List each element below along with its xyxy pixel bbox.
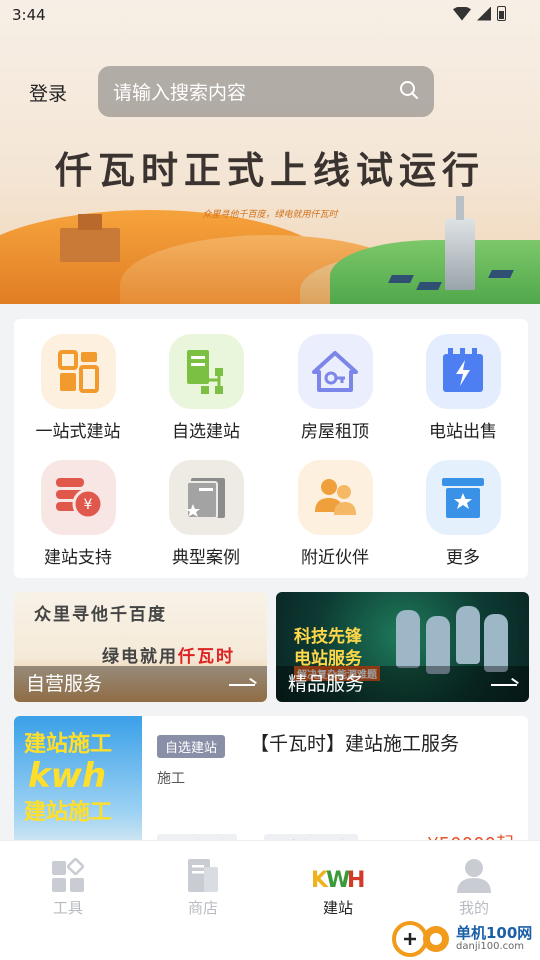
tab-build[interactable]: K W H 建站 [298, 857, 378, 918]
listing-card[interactable]: 建站施工 kwh 建站施工 自选建站 【千瓦时】建站施工服务 施工 IP：陕西省… [14, 716, 528, 856]
box-star-icon [425, 460, 501, 535]
tab-tools[interactable]: 工具 [28, 857, 108, 918]
search-placeholder: 请输入搜索内容 [113, 82, 247, 104]
grid-label: 电站出售 [429, 422, 497, 442]
thumb-text: kwh [28, 756, 107, 796]
banner-title: 仟瓦时正式上线试运行 [55, 148, 485, 192]
promo-art-text: 绿电就用仟瓦时 [102, 647, 235, 667]
great-wall-art [60, 214, 120, 262]
house-key-icon [297, 334, 373, 409]
grid-item-roof-rent[interactable]: 房屋租顶 [271, 334, 399, 442]
solar-panel-art [488, 270, 514, 278]
service-grid: 一站式建站 自选建站 房屋租顶 电站出售 ¥ 建站支持 典型案例 附近伙伴 更多 [14, 319, 528, 578]
grid-item-cases[interactable]: 典型案例 [142, 460, 270, 568]
listing-title: 【千瓦时】建站施工服务 [250, 733, 460, 755]
status-icons [453, 6, 506, 21]
org-chart-icon [168, 334, 244, 409]
svg-text:H: H [347, 868, 365, 893]
listing-tag: 自选建站 [157, 735, 226, 758]
thumb-text: 建站施工 [24, 800, 113, 825]
tab-label: 我的 [458, 899, 489, 917]
status-time: 3:44 [12, 6, 46, 24]
profile-icon [455, 857, 493, 893]
grid-item-support[interactable]: ¥ 建站支持 [14, 460, 142, 568]
tab-store[interactable]: 商店 [163, 857, 243, 918]
tab-label: 建站 [322, 899, 353, 917]
svg-text:¥: ¥ [83, 497, 92, 513]
grid-item-station-sale[interactable]: 电站出售 [399, 334, 527, 442]
grid-panels-icon [40, 334, 116, 409]
battery-bolt-icon [425, 334, 501, 409]
login-button[interactable]: 登录 [29, 79, 67, 106]
listing-category: 施工 [157, 771, 185, 787]
grid-label: 自选建站 [172, 422, 240, 442]
search-icon[interactable] [399, 80, 419, 100]
promo-self-operated[interactable]: 众里寻他千百度 绿电就用仟瓦时 自营服务 [14, 592, 267, 702]
banner-subtitle: 众里寻他千百度，绿电就用仟瓦时 [202, 210, 338, 220]
tower-art [445, 196, 475, 290]
promo-premium[interactable]: 科技先锋 电站服务 解决复杂能源难题 精品服务 [276, 592, 529, 702]
grid-label: 典型案例 [172, 548, 240, 568]
grid-label: 建站支持 [44, 548, 112, 568]
grid-item-more[interactable]: 更多 [399, 460, 527, 568]
grid-label: 房屋租顶 [301, 422, 369, 442]
listing-thumbnail: 建站施工 kwh 建站施工 [14, 716, 142, 856]
arrow-right-icon [491, 684, 517, 686]
wifi-icon [453, 6, 471, 21]
kwh-logo-icon: K W H [311, 857, 365, 893]
signal-icon [477, 6, 491, 21]
worker-art [456, 606, 480, 664]
book-star-icon [168, 460, 244, 535]
grid-label: 更多 [446, 548, 480, 568]
search-input[interactable]: 请输入搜索内容 [98, 66, 434, 117]
promo-title: 精品服务 [288, 673, 365, 695]
store-icon [184, 857, 222, 893]
worker-art [484, 614, 508, 672]
watermark-name: 单机100网 [456, 923, 533, 942]
tab-profile[interactable]: 我的 [434, 857, 514, 918]
grid-label: 一站式建站 [35, 422, 121, 442]
promo-art-text: 众里寻他千百度 [34, 605, 167, 625]
hero-banner[interactable]: 3:44 登录 请输入搜索内容 仟瓦时正式上线试运行 众里寻他千百度，绿电就用仟… [0, 0, 540, 304]
arrow-right-icon [229, 684, 255, 686]
tab-label: 商店 [187, 899, 218, 917]
solar-panel-art [388, 275, 414, 283]
grid-item-partners[interactable]: 附近伙伴 [271, 460, 399, 568]
solar-panel-art [416, 282, 442, 290]
coins-yen-icon: ¥ [40, 460, 116, 535]
promo-title: 自营服务 [26, 673, 103, 695]
grid-label: 附近伙伴 [301, 548, 369, 568]
watermark-logo-icon [392, 918, 456, 958]
battery-icon [497, 6, 506, 21]
watermark: 单机100网 danji100.com [392, 918, 532, 958]
tools-icon [49, 857, 87, 893]
tab-label: 工具 [52, 899, 83, 917]
grid-item-one-stop[interactable]: 一站式建站 [14, 334, 142, 442]
grid-item-self-build[interactable]: 自选建站 [142, 334, 270, 442]
thumb-text: 建站施工 [24, 732, 113, 757]
watermark-url: danji100.com [456, 940, 524, 952]
worker-art [396, 610, 420, 668]
people-icon [297, 460, 373, 535]
